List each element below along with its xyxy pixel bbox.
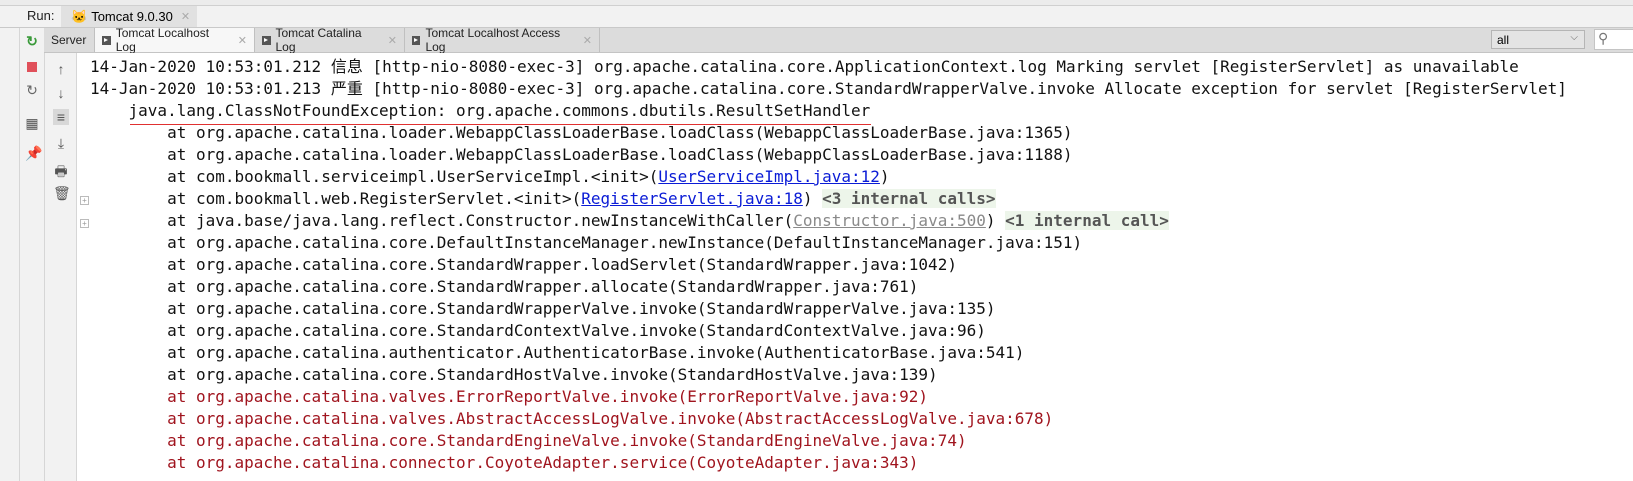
stack-text: ) — [985, 211, 1006, 230]
stack-text: ) — [879, 167, 890, 186]
chevron-down-icon: ⌵ — [1570, 32, 1578, 43]
stop-icon[interactable] — [25, 60, 39, 74]
stack-line: at org.apache.catalina.core.StandardEngi… — [90, 431, 967, 450]
restore-icon[interactable]: ↻ — [25, 83, 39, 97]
search-icon: ⚲ — [1598, 30, 1609, 46]
stack-line: at com.bookmall.web.RegisterServlet.<ini… — [90, 188, 996, 210]
source-link[interactable]: Constructor.java:500 — [793, 211, 986, 230]
stack-text: ) — [802, 189, 823, 208]
soft-wrap-icon[interactable]: ≡ — [53, 109, 69, 125]
log-line: 14-Jan-2020 10:53:01.213 严重 [http-nio-80… — [90, 79, 1567, 98]
tab-tomcat-catalina-log[interactable]: Tomcat Catalina Log ✕ — [255, 26, 405, 54]
tab-label: Tomcat Localhost Log — [115, 26, 210, 54]
close-icon[interactable]: ✕ — [583, 34, 592, 47]
stack-text: at com.bookmall.web.RegisterServlet.<ini… — [90, 189, 582, 208]
tab-server[interactable]: Server — [44, 28, 95, 52]
stack-text: at com.bookmall.serviceimpl.UserServiceI… — [90, 167, 659, 186]
source-link[interactable]: RegisterServlet.java:18 — [581, 189, 803, 208]
stack-line: at org.apache.catalina.valves.AbstractAc… — [90, 409, 1054, 428]
search-input[interactable]: ⚲ — [1594, 29, 1633, 50]
console-toolbar: ↑ ↓ ≡ ⤓ 🖶 🗑 — [45, 53, 77, 481]
rerun-icon[interactable]: ↻ — [25, 34, 39, 48]
fold-expand-icon[interactable]: + — [80, 219, 89, 228]
tab-tomcat-localhost-access-log[interactable]: Tomcat Localhost Access Log ✕ — [405, 26, 600, 54]
print-icon[interactable]: 🖶 — [53, 161, 69, 185]
console-icon — [412, 35, 421, 45]
tab-label: Tomcat Localhost Access Log — [425, 26, 561, 54]
log-level-filter[interactable]: all ⌵ — [1491, 30, 1585, 49]
run-config-label: Tomcat 9.0.30 — [91, 9, 173, 24]
trash-icon[interactable]: 🗑 — [53, 185, 71, 202]
console-icon — [102, 35, 111, 45]
stack-line: at com.bookmall.serviceimpl.UserServiceI… — [90, 166, 890, 188]
run-label: Run: — [27, 8, 55, 23]
run-config-tab[interactable]: 🐱 Tomcat 9.0.30 ✕ — [61, 6, 197, 27]
close-icon[interactable]: ✕ — [238, 34, 247, 47]
console-icon — [262, 35, 271, 45]
internal-calls-fold[interactable]: <3 internal calls> — [822, 189, 996, 208]
fold-expand-icon[interactable]: + — [80, 196, 89, 205]
tab-tomcat-localhost-log[interactable]: Tomcat Localhost Log ✕ — [95, 26, 255, 54]
log-tabs: Server Tomcat Localhost Log ✕ Tomcat Cata… — [44, 26, 1633, 54]
log-line: 14-Jan-2020 10:53:01.212 信息 [http-nio-80… — [90, 57, 1519, 76]
source-link[interactable]: UserServiceImpl.java:12 — [658, 167, 880, 186]
arrow-up-icon[interactable]: ↑ — [53, 61, 69, 77]
run-actions-toolbar: ↻ ↻ ▦ 📌 — [19, 28, 45, 481]
tab-label: Tomcat Catalina Log — [275, 26, 362, 54]
stack-text: at java.base/java.lang.reflect.Construct… — [90, 211, 794, 230]
filter-value: all — [1497, 33, 1510, 47]
internal-calls-fold[interactable]: <1 internal call> — [1005, 211, 1169, 230]
stack-line: at org.apache.catalina.authenticator.Aut… — [90, 343, 1025, 362]
console-output[interactable]: + + 14-Jan-2020 10:53:01.212 信息 [http-ni… — [77, 53, 1633, 481]
arrow-down-icon[interactable]: ↓ — [53, 85, 69, 101]
close-icon[interactable]: ✕ — [181, 10, 190, 23]
stack-line: at org.apache.catalina.valves.ErrorRepor… — [90, 387, 929, 406]
exception-line: java.lang.ClassNotFoundException: org.ap… — [90, 101, 871, 120]
stack-line: at org.apache.catalina.core.DefaultInsta… — [90, 233, 1083, 252]
close-icon[interactable]: ✕ — [388, 34, 397, 47]
tomcat-icon: 🐱 — [71, 8, 88, 24]
tab-label: Server — [51, 33, 87, 47]
stack-line: at java.base/java.lang.reflect.Construct… — [90, 210, 1169, 232]
stack-line: at org.apache.catalina.core.StandardWrap… — [90, 299, 996, 318]
layout-icon[interactable]: ▦ — [25, 116, 39, 130]
stack-line: at org.apache.catalina.loader.WebappClas… — [90, 123, 1073, 142]
stack-line: at org.apache.catalina.connector.CoyoteA… — [90, 453, 919, 472]
pin-icon[interactable]: 📌 — [25, 146, 42, 160]
run-toolbar: Run: 🐱 Tomcat 9.0.30 ✕ — [0, 6, 1633, 28]
stack-line: at org.apache.catalina.core.StandardWrap… — [90, 255, 957, 274]
stack-line: at org.apache.catalina.core.StandardCont… — [90, 321, 986, 340]
stack-line: at org.apache.catalina.loader.WebappClas… — [90, 145, 1073, 164]
stack-line: at org.apache.catalina.core.StandardWrap… — [90, 277, 919, 296]
scroll-to-end-icon[interactable]: ⤓ — [53, 135, 69, 152]
stack-line: at org.apache.catalina.core.StandardHost… — [90, 365, 938, 384]
